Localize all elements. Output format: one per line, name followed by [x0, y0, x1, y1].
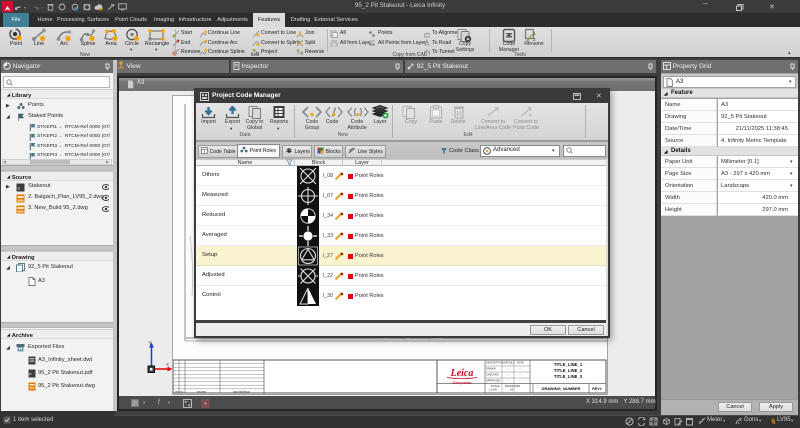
svg-text:by: by: [180, 389, 184, 393]
svg-text:TITLE_LINE_1: TITLE_LINE_1: [554, 362, 583, 367]
svg-text:DETAILS: DETAILS: [504, 361, 515, 365]
svg-text:DRAWING_NUMBER: DRAWING_NUMBER: [541, 386, 580, 391]
svg-text:CHECKED: CHECKED: [486, 373, 499, 377]
svg-text:--: --: [519, 368, 521, 371]
svg-text:amend/issue: amend/issue: [233, 389, 250, 393]
svg-text:--: --: [507, 368, 509, 371]
svg-text:APPROVED: APPROVED: [486, 379, 501, 383]
svg-text:TITLE_LINE_3: TITLE_LINE_3: [554, 374, 583, 379]
svg-text:PAPER SIZE: PAPER SIZE: [505, 384, 520, 388]
svg-text:--: --: [507, 380, 509, 383]
svg-text:TITLE_LINE_2: TITLE_LINE_2: [554, 368, 583, 373]
svg-text:review: review: [197, 389, 207, 393]
svg-text:1:1000: 1:1000: [489, 388, 497, 392]
svg-text:--: --: [519, 380, 521, 383]
svg-text:DRAWN: DRAWN: [486, 367, 496, 371]
svg-text:P: P: [29, 372, 32, 377]
svg-text:Geosystems: Geosystems: [452, 380, 472, 385]
svg-text:DESCRIPTION: DESCRIPTION: [486, 361, 504, 365]
svg-text:X: X: [166, 362, 169, 367]
svg-text:REV#: REV#: [592, 387, 601, 391]
svg-text:rev: rev: [175, 389, 180, 393]
svg-text:DATE: DATE: [517, 361, 524, 365]
svg-text:Leica: Leica: [450, 368, 474, 379]
svg-text:A3: A3: [510, 388, 514, 392]
svg-text:SCALE: SCALE: [491, 384, 500, 388]
svg-text:--: --: [519, 374, 521, 377]
svg-text:--: --: [507, 374, 509, 377]
svg-text:1: 1: [533, 31, 536, 36]
